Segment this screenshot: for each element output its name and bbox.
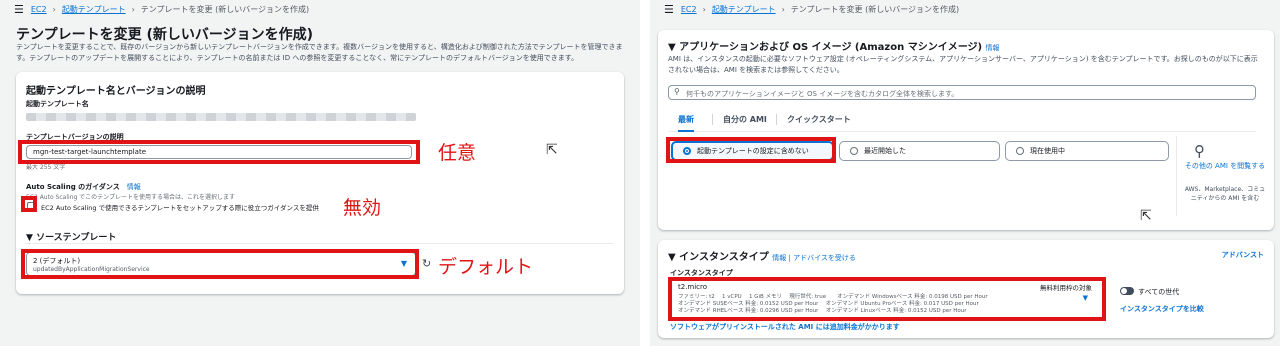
chevron-right-icon: ›: [131, 5, 135, 14]
ami-heading: アプリケーションおよび OS イメージ (Amazon マシンイメージ): [679, 42, 983, 53]
caret-down-icon: ▼: [26, 233, 37, 243]
ami-option-recent[interactable]: 最近開始した: [839, 141, 1000, 161]
chevron-right-icon: ›: [52, 5, 56, 14]
page-title: テンプレートを変更 (新しいバージョンを作成): [16, 27, 313, 43]
ami-option-recent-label: 最近開始した: [864, 147, 906, 155]
ami-tabs: 最新 自分の AMI クイックスタート: [668, 112, 1256, 132]
annotation-box-description: [18, 140, 420, 164]
annotation-box-source: [21, 249, 419, 279]
caret-down-icon: ▼: [668, 252, 680, 263]
right-screenshot: ☰ EC2 › 起動テンプレート › テンプレートを変更 (新しいバージョンを作…: [650, 0, 1280, 346]
instance-section-header[interactable]: ▼ インスタンスタイプ 情報 | アドバイスを受ける: [668, 248, 856, 263]
all-generations-toggle[interactable]: [1120, 287, 1134, 295]
tab-recent[interactable]: 最新: [678, 114, 694, 132]
search-placeholder: 何千ものアプリケーションイメージと OS イメージを含むカタログ全体を検索します…: [686, 90, 959, 98]
page-description: テンプレートを変更することで、既存のバージョンから新しいテンプレートバージョンを…: [16, 43, 623, 62]
hamburger-menu-icon[interactable]: ☰: [664, 3, 674, 16]
breadcrumb: ☰ EC2 › 起動テンプレート › テンプレートを変更 (新しいバージョンを作…: [14, 3, 309, 16]
breadcrumb-current: テンプレートを変更 (新しいバージョンを作成): [140, 5, 310, 14]
ami-option-current[interactable]: 現在使用中: [1005, 141, 1169, 161]
card-heading: 起動テンプレート名とバージョンの説明: [26, 86, 206, 97]
mouse-cursor-icon: ⇱: [1140, 208, 1152, 224]
refresh-icon[interactable]: ↻: [422, 257, 431, 270]
hamburger-menu-icon[interactable]: ☰: [14, 3, 24, 16]
ami-section-header[interactable]: ▼ アプリケーションおよび OS イメージ (Amazon マシンイメージ) 情…: [668, 38, 1000, 53]
ami-option-current-label: 現在使用中: [1030, 147, 1065, 155]
ami-additional-charges-note: ソフトウェアがプリインストールされた AMI には追加料金がかかります: [670, 323, 900, 331]
ami-card: ▼ アプリケーションおよび OS イメージ (Amazon マシンイメージ) 情…: [658, 30, 1274, 230]
instance-info-link[interactable]: 情報: [772, 254, 786, 262]
breadcrumb: ☰ EC2 › 起動テンプレート › テンプレートを変更 (新しいバージョンを作…: [664, 3, 959, 16]
annotation-box-checkbox: [21, 196, 37, 212]
annotation-optional: 任意: [438, 142, 477, 164]
breadcrumb-launch-templates[interactable]: 起動テンプレート: [62, 4, 126, 15]
tab-quick-start[interactable]: クイックスタート: [776, 114, 851, 125]
radio-icon: [1016, 147, 1024, 155]
advanced-link[interactable]: アドバンスト: [1222, 250, 1264, 260]
instance-heading: インスタンスタイプ: [679, 252, 769, 263]
radio-icon: [850, 147, 858, 155]
browse-more-amis-hint: AWS、Marketplace、コミュニティからの AMI を含む: [1184, 186, 1266, 202]
breadcrumb-current: テンプレートを変更 (新しいバージョンを作成): [790, 5, 960, 14]
asg-info-link[interactable]: 情報: [127, 183, 141, 191]
chevron-right-icon: ›: [781, 5, 785, 14]
annotation-disabled: 無効: [343, 197, 382, 219]
breadcrumb-launch-templates[interactable]: 起動テンプレート: [712, 4, 776, 15]
ami-description: AMI は、インスタンスの起動に必要なソフトウェア設定 (オペレーティングシステ…: [668, 55, 1258, 74]
source-template-section[interactable]: ▼ ソーステンプレート: [26, 230, 116, 243]
divider: [1176, 136, 1177, 216]
all-generations-label: すべての世代: [1138, 288, 1180, 296]
tab-my-amis[interactable]: 自分の AMI: [712, 114, 767, 125]
asg-guidance-hint: EC2 Auto Scaling でこのテンプレートを使用する場合は、これを選択…: [26, 194, 236, 201]
divider: [26, 243, 614, 244]
chevron-right-icon: ›: [702, 5, 706, 14]
annotation-default: デフォルト: [438, 256, 534, 278]
mouse-cursor-icon: ⇱: [546, 142, 558, 158]
asg-guidance-label: Auto Scaling のガイダンス 情報: [26, 182, 141, 192]
breadcrumb-ec2[interactable]: EC2: [681, 5, 697, 14]
ami-search-input[interactable]: ⚲ 何千ものアプリケーションイメージと OS イメージを含むカタログ全体を検索し…: [668, 85, 1256, 100]
breadcrumb-ec2[interactable]: EC2: [31, 5, 47, 14]
get-advice-link[interactable]: アドバイスを受ける: [793, 254, 856, 262]
search-icon: ⚲: [1194, 142, 1205, 160]
source-template-heading: ソーステンプレート: [36, 233, 117, 243]
annotation-box-ami: [666, 137, 836, 163]
left-screenshot: ☰ EC2 › 起動テンプレート › テンプレートを変更 (新しいバージョンを作…: [0, 0, 640, 346]
browse-more-amis-link[interactable]: その他の AMI を閲覧する: [1184, 161, 1266, 171]
annotation-box-instance: [668, 277, 1106, 321]
caret-down-icon: ▼: [668, 42, 680, 53]
search-icon: ⚲: [674, 87, 680, 96]
ami-info-link[interactable]: 情報: [986, 44, 1000, 52]
asg-guidance-title: Auto Scaling のガイダンス: [26, 183, 120, 191]
compare-instance-types-link[interactable]: インスタンスタイプを比較: [1120, 304, 1204, 314]
asg-checkbox-label: EC2 Auto Scaling で使用できるテンプレートをセットアップする際に…: [41, 204, 319, 212]
template-name-label: 起動テンプレート名: [26, 100, 89, 108]
blurred-template-name: [26, 113, 416, 121]
